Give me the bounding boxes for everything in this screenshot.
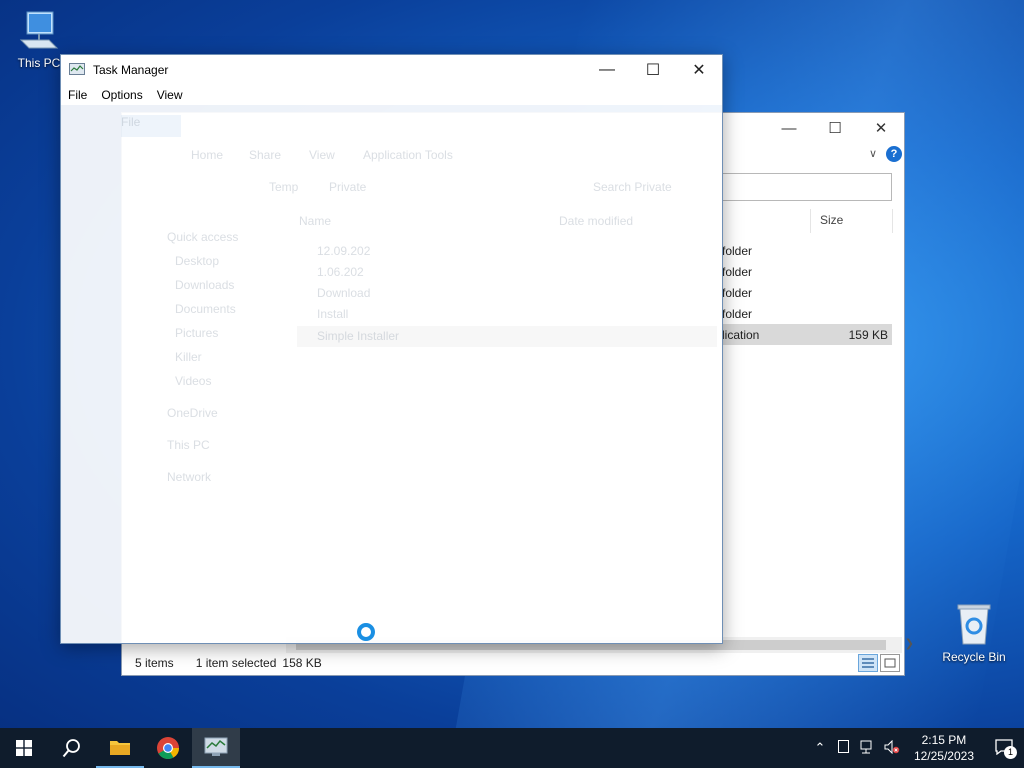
file-type: lication: [722, 327, 760, 342]
ghost-nav-item: Killer: [175, 350, 202, 364]
desktop-icon-recycle-bin[interactable]: Recycle Bin: [938, 602, 1010, 664]
desktop-icon-label: Recycle Bin: [942, 650, 1006, 664]
file-type: folder: [722, 285, 753, 300]
ghost-tab-view: View: [309, 148, 335, 162]
ghost-nav-item: This PC: [167, 438, 210, 452]
clock[interactable]: 2:15 PM 12/25/2023: [904, 732, 984, 764]
status-bar: 5 items 1 item selected 158 KB: [122, 651, 904, 675]
ghost-search: Search Private: [593, 180, 672, 194]
ghost-nav-item: Network: [167, 470, 212, 484]
taskbar: ⌃ 2:15 PM 12/25/2023 1: [0, 728, 1024, 768]
title-bar[interactable]: Task Manager — ☐ ✕: [61, 55, 722, 85]
task-manager-window[interactable]: Task Manager — ☐ ✕ File Options View Fil…: [60, 54, 723, 644]
list-item[interactable]: folder: [722, 261, 892, 282]
start-button[interactable]: [0, 728, 48, 768]
ghost-nav-item: Desktop: [175, 254, 220, 268]
ghost-tab-file: File: [121, 115, 181, 137]
ghost-path-temp: Temp: [269, 180, 299, 194]
ghost-tab-share: Share: [249, 148, 282, 162]
window-controls: — ☐ ✕: [766, 113, 904, 143]
search-icon: [62, 739, 80, 758]
ghost-tab-home: Home: [191, 148, 224, 162]
close-icon[interactable]: ✕: [858, 113, 904, 143]
ghost-nav-item: OneDrive: [167, 406, 218, 420]
tablet-icon[interactable]: [832, 740, 856, 756]
notification-center-button[interactable]: 1: [984, 738, 1024, 759]
ghost-nav-item: Quick access: [167, 230, 239, 244]
ghost-path-private: Private: [329, 180, 367, 194]
status-selected: 1 item selected: [195, 656, 277, 670]
ghost-header-date: Date modified: [559, 214, 634, 228]
task-manager-icon: [69, 63, 85, 75]
desktop-icon-label: This PC: [17, 56, 61, 70]
network-icon[interactable]: [856, 740, 880, 757]
details-view-button[interactable]: [858, 654, 878, 672]
ghost-nav-item: Pictures: [175, 326, 219, 340]
search-input[interactable]: [722, 173, 892, 201]
system-tray: ⌃ 2:15 PM 12/25/2023 1: [808, 728, 1024, 768]
computer-icon: [19, 11, 59, 49]
menu-file[interactable]: File: [68, 88, 87, 102]
menu-view[interactable]: View: [157, 88, 183, 102]
taskbar-chrome[interactable]: [144, 728, 192, 768]
file-size: 159 KB: [848, 327, 888, 342]
window-controls: — ☐ ✕: [584, 55, 722, 85]
chevron-up-icon[interactable]: ⌃: [808, 740, 832, 756]
menu-bar: File Options View: [61, 85, 722, 105]
ghost-header-name: Name: [299, 214, 332, 228]
volume-muted-icon[interactable]: [880, 739, 904, 757]
taskbar-task-manager[interactable]: [192, 728, 240, 768]
file-type: folder: [722, 306, 753, 321]
ghost-nav-item: Documents: [175, 302, 236, 316]
ghost-file: Download: [317, 286, 371, 300]
loading-spinner-icon: [357, 623, 375, 641]
list-item[interactable]: folder: [722, 240, 892, 261]
file-type: folder: [722, 243, 753, 258]
ghost-nav-item: Downloads: [175, 278, 235, 292]
file-type: folder: [722, 264, 753, 279]
details-view-icon: [862, 658, 874, 668]
close-icon[interactable]: ✕: [676, 55, 722, 85]
ghost-file-selected: Simple Installer: [297, 326, 717, 347]
status-item-count: 5 items: [135, 656, 174, 670]
large-icons-view-button[interactable]: [880, 654, 900, 672]
ghost-file: 1.06.202: [317, 265, 364, 279]
help-icon[interactable]: ?: [886, 146, 902, 162]
list-item-selected[interactable]: lication 159 KB: [722, 324, 892, 345]
chrome-icon: [157, 737, 179, 759]
notification-count-badge: 1: [1004, 745, 1017, 759]
task-manager-icon: [204, 737, 228, 756]
maximize-icon[interactable]: ☐: [630, 55, 676, 85]
menu-options[interactable]: Options: [101, 88, 142, 102]
list-item[interactable]: folder: [722, 303, 892, 324]
minimize-icon[interactable]: —: [584, 55, 630, 85]
column-divider: [810, 209, 811, 233]
window-title: Task Manager: [93, 63, 169, 77]
large-icons-view-icon: [884, 658, 896, 668]
taskbar-file-explorer[interactable]: [96, 728, 144, 768]
search-button[interactable]: [48, 728, 96, 768]
column-header-size[interactable]: Size: [820, 213, 843, 227]
ghost-file: 12.09.202: [317, 244, 371, 258]
scroll-right-icon[interactable]: ❯: [905, 637, 914, 650]
windows-logo-icon: [16, 740, 32, 756]
status-selected-size: 158 KB: [282, 656, 322, 670]
clock-time: 2:15 PM: [921, 733, 967, 747]
ghost-file: Install: [317, 307, 349, 321]
column-divider: [892, 209, 893, 233]
folder-icon: [110, 741, 130, 755]
chevron-down-icon[interactable]: ∨: [869, 147, 877, 160]
ghost-tab-application-tools: Application Tools: [363, 148, 453, 162]
maximize-icon[interactable]: ☐: [812, 113, 858, 143]
list-item[interactable]: folder: [722, 282, 892, 303]
minimize-icon[interactable]: —: [766, 113, 812, 143]
ghost-nav-item: Videos: [175, 374, 212, 388]
recycle-bin-icon: [957, 604, 991, 645]
clock-date: 12/25/2023: [913, 749, 974, 763]
